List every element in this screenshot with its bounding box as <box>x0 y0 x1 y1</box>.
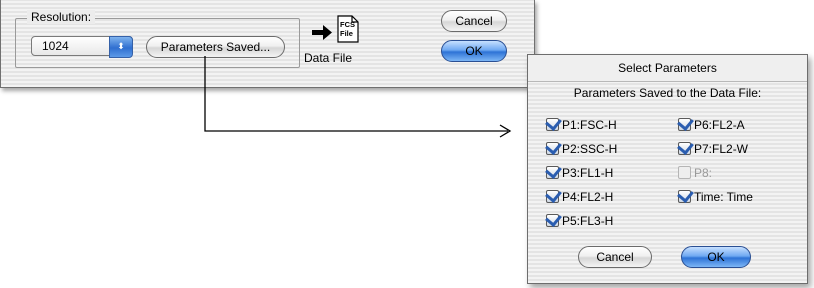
data-file-label: Data File <box>304 51 353 65</box>
param-label: P5:FL3-H <box>562 214 614 228</box>
cancel-button[interactable]: Cancel <box>441 10 507 32</box>
resolution-select[interactable]: 1024 ⬍ <box>31 36 133 58</box>
ok-button[interactable]: OK <box>441 40 507 62</box>
param-label: P6:FL2-A <box>694 118 745 132</box>
checkbox-icon[interactable] <box>678 118 691 131</box>
stepper-arrows-icon[interactable]: ⬍ <box>109 36 133 58</box>
param-label: P1:FSC-H <box>562 118 617 132</box>
param-checkbox-p6[interactable]: P6:FL2-A <box>678 118 745 132</box>
main-dialog: Resolution: 1024 ⬍ Parameters Saved... F… <box>0 0 535 88</box>
dialog-subtitle: Parameters Saved to the Data File: <box>573 86 762 100</box>
checkbox-icon[interactable] <box>546 118 559 131</box>
param-label: P2:SSC-H <box>562 142 618 156</box>
fcs-icon-text-top: FCS <box>340 20 355 29</box>
checkbox-icon <box>678 166 691 179</box>
resolution-value: 1024 <box>42 39 69 53</box>
fcs-icon-text-bottom: File <box>340 29 353 38</box>
checkbox-icon[interactable] <box>546 190 559 203</box>
param-checkbox-p8: P8: <box>678 166 712 180</box>
param-checkbox-time[interactable]: Time: Time <box>678 190 753 204</box>
param-checkbox-p5[interactable]: P5:FL3-H <box>546 214 613 228</box>
fcs-file-icon: FCS File <box>337 15 359 43</box>
resolution-label: Resolution: <box>27 10 96 24</box>
checkbox-icon[interactable] <box>546 214 559 227</box>
param-checkbox-p2[interactable]: P2:SSC-H <box>546 142 617 156</box>
param-checkbox-p3[interactable]: P3:FL1-H <box>546 166 613 180</box>
param-label: Time: Time <box>694 190 753 204</box>
cancel-button[interactable]: Cancel <box>578 246 652 268</box>
param-label: P8: <box>694 166 713 180</box>
dialog-title: Select Parameters <box>528 55 807 82</box>
right-arrow-icon <box>312 25 332 40</box>
select-parameters-dialog: Select Parameters Parameters Saved to th… <box>527 54 808 284</box>
param-label: P7:FL2-W <box>694 142 749 156</box>
parameters-saved-button[interactable]: Parameters Saved... <box>146 36 285 58</box>
param-checkbox-p4[interactable]: P4:FL2-H <box>546 190 613 204</box>
param-label: P3:FL1-H <box>562 166 614 180</box>
param-checkbox-p1[interactable]: P1:FSC-H <box>546 118 617 132</box>
checkbox-icon[interactable] <box>546 142 559 155</box>
checkbox-icon[interactable] <box>678 142 691 155</box>
param-checkbox-p7[interactable]: P7:FL2-W <box>678 142 748 156</box>
checkbox-icon[interactable] <box>678 190 691 203</box>
ok-button[interactable]: OK <box>681 246 751 268</box>
checkbox-icon[interactable] <box>546 166 559 179</box>
param-label: P4:FL2-H <box>562 190 614 204</box>
